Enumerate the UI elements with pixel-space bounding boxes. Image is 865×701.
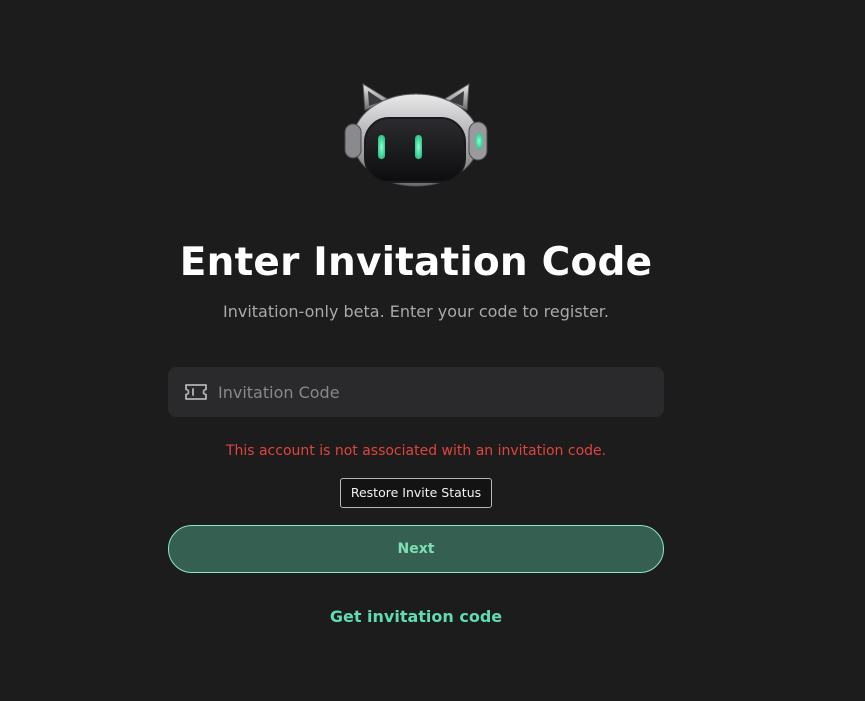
invitation-code-field[interactable] (168, 367, 664, 417)
next-button[interactable]: Next (168, 525, 664, 573)
invitation-page: Enter Invitation Code Invitation-only be… (0, 0, 865, 701)
restore-invite-status-button[interactable]: Restore Invite Status (340, 478, 492, 508)
invitation-code-input[interactable] (218, 367, 648, 417)
robot-cat-icon (344, 83, 488, 187)
page-subtitle: Invitation-only beta. Enter your code to… (223, 302, 609, 321)
ticket-icon (185, 384, 207, 400)
page-title: Enter Invitation Code (179, 240, 653, 285)
error-message: This account is not associated with an i… (225, 443, 607, 459)
get-invitation-code-link[interactable]: Get invitation code (0, 607, 832, 626)
